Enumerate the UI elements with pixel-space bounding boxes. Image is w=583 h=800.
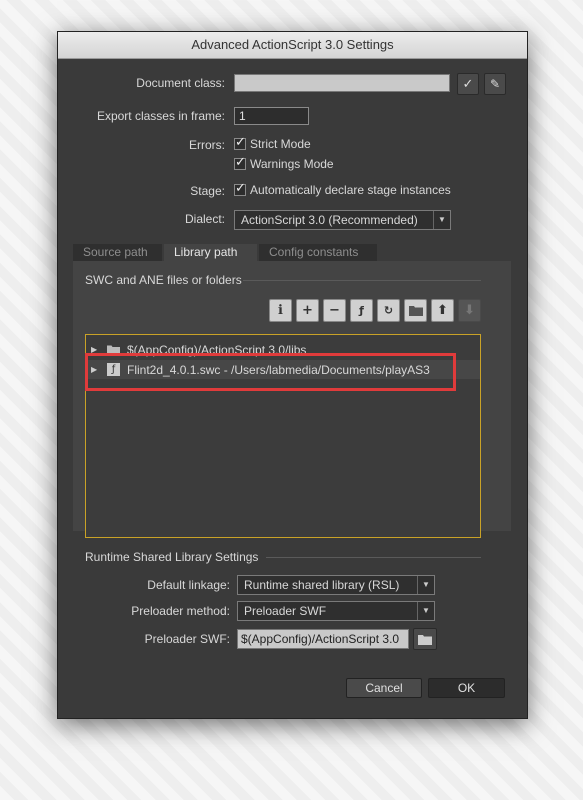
- section-divider: [243, 280, 481, 281]
- strict-mode-label: Strict Mode: [250, 137, 311, 151]
- pencil-icon: ✎: [489, 77, 501, 91]
- rsl-section-title: Runtime Shared Library Settings: [85, 550, 259, 564]
- folder-icon: [418, 634, 432, 645]
- info-button[interactable]: ℹ: [269, 299, 292, 322]
- arrow-up-icon: ⬆: [437, 303, 448, 318]
- document-class-input[interactable]: [234, 74, 450, 92]
- preloader-method-value: Preloader SWF: [244, 604, 327, 618]
- cancel-button[interactable]: Cancel: [346, 678, 422, 698]
- section-divider: [266, 557, 481, 558]
- preloader-method-label: Preloader method:: [131, 604, 230, 618]
- dialect-value: ActionScript 3.0 (Recommended): [241, 213, 418, 227]
- move-down-button[interactable]: ⬇: [458, 299, 481, 322]
- warnings-mode-checkbox[interactable]: Warnings Mode: [234, 155, 334, 171]
- browse-folder-button[interactable]: [404, 299, 427, 322]
- minus-icon: −: [329, 303, 340, 318]
- tab-source-path[interactable]: Source path: [73, 244, 162, 261]
- checkmark-icon: ✓: [462, 76, 474, 92]
- auto-declare-checkbox[interactable]: Automatically declare stage instances: [234, 181, 451, 197]
- dialect-select[interactable]: ActionScript 3.0 (Recommended) ▼: [234, 210, 451, 230]
- checkbox-checked-icon: [234, 155, 246, 170]
- export-frame-input[interactable]: 1: [234, 107, 309, 125]
- export-frame-label: Export classes in frame:: [96, 109, 225, 123]
- checkbox-checked-icon: [234, 181, 246, 196]
- add-swc-folder-button[interactable]: ↻: [377, 299, 400, 322]
- settings-dialog: Advanced ActionScript 3.0 Settings Docum…: [57, 31, 528, 719]
- dialect-label: Dialect:: [184, 212, 225, 226]
- validate-class-button[interactable]: ✓: [457, 73, 479, 95]
- edit-class-button[interactable]: ✎: [484, 73, 506, 95]
- errors-label: Errors:: [189, 138, 225, 152]
- chevron-down-icon: ▼: [433, 211, 450, 229]
- window-title: Advanced ActionScript 3.0 Settings: [58, 32, 527, 59]
- checkbox-checked-icon: [234, 135, 246, 150]
- swc-refresh-icon: ↻: [383, 304, 394, 317]
- ok-button[interactable]: OK: [428, 678, 505, 698]
- library-section-title: SWC and ANE files or folders: [85, 273, 242, 287]
- arrow-down-icon: ⬇: [464, 303, 475, 318]
- tab-config-constants[interactable]: Config constants: [259, 244, 377, 261]
- chevron-down-icon: ▼: [417, 576, 434, 594]
- document-class-label: Document class:: [136, 76, 225, 90]
- preloader-swf-input[interactable]: $(AppConfig)/ActionScript 3.0: [237, 629, 409, 649]
- add-path-button[interactable]: +: [296, 299, 319, 322]
- move-up-button[interactable]: ⬆: [431, 299, 454, 322]
- auto-declare-label: Automatically declare stage instances: [250, 183, 451, 197]
- plus-icon: +: [302, 303, 313, 318]
- warnings-mode-label: Warnings Mode: [250, 157, 334, 171]
- swc-file-icon: ƒ: [359, 304, 364, 317]
- tab-library-path[interactable]: Library path: [164, 244, 257, 261]
- highlight-box: [85, 353, 456, 391]
- remove-path-button[interactable]: −: [323, 299, 346, 322]
- info-icon: ℹ: [278, 303, 283, 318]
- add-swc-button[interactable]: ƒ: [350, 299, 373, 322]
- strict-mode-checkbox[interactable]: Strict Mode: [234, 135, 311, 151]
- default-linkage-value: Runtime shared library (RSL): [244, 578, 400, 592]
- preloader-swf-label: Preloader SWF:: [144, 632, 230, 646]
- default-linkage-label: Default linkage:: [147, 578, 230, 592]
- folder-icon: [408, 306, 423, 316]
- default-linkage-select[interactable]: Runtime shared library (RSL) ▼: [237, 575, 435, 595]
- stage-label: Stage:: [190, 184, 225, 198]
- chevron-down-icon: ▼: [417, 602, 434, 620]
- browse-preloader-button[interactable]: [413, 628, 437, 650]
- preloader-method-select[interactable]: Preloader SWF ▼: [237, 601, 435, 621]
